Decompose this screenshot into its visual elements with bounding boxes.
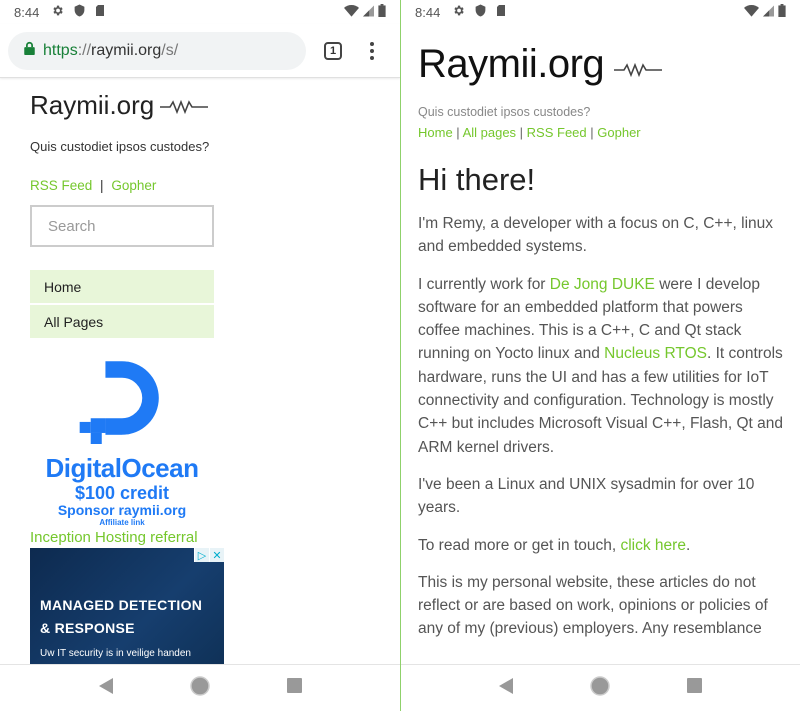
nav-link-home[interactable]: Home bbox=[418, 125, 453, 140]
url-bar[interactable]: https://raymii.org/s/ bbox=[8, 31, 306, 70]
url-path: /s/ bbox=[161, 41, 179, 59]
right-page-content: Raymii.org Quis custodiet ipsos custodes… bbox=[418, 42, 788, 641]
ad-controls: ▷ ✕ bbox=[194, 548, 224, 562]
url-scheme: https bbox=[43, 41, 78, 59]
battery-icon bbox=[378, 4, 386, 20]
site-tagline: Quis custodiet ipsos custodes? bbox=[418, 105, 591, 119]
work-paragraph: I currently work for De Jong DUKE were I… bbox=[418, 273, 788, 459]
site-tagline: Quis custodiet ipsos custodes? bbox=[30, 139, 210, 154]
contact-paragraph: To read more or get in touch, click here… bbox=[418, 534, 788, 557]
site-title-text: Raymii.org bbox=[30, 90, 155, 120]
disclaimer-paragraph: This is my personal website, these artic… bbox=[418, 573, 768, 638]
back-icon[interactable] bbox=[98, 677, 113, 699]
header-nav-links: Home | All pages | RSS Feed | Gopher bbox=[418, 125, 788, 140]
wifi-icon bbox=[744, 4, 759, 20]
status-time: 8:44 bbox=[14, 4, 40, 20]
ad-headline-line-2: & RESPONSE bbox=[40, 620, 135, 636]
link-separator: | bbox=[100, 178, 104, 193]
rss-feed-link[interactable]: RSS Feed bbox=[30, 178, 92, 193]
signal-icon bbox=[763, 5, 774, 20]
nav-link-rss-feed[interactable]: RSS Feed bbox=[527, 125, 587, 140]
ad-close-icon[interactable]: ✕ bbox=[210, 548, 224, 562]
adchoices-icon[interactable]: ▷ bbox=[195, 548, 209, 562]
status-bar: 8:44 bbox=[0, 0, 400, 24]
link-separator: | bbox=[452, 125, 463, 140]
gear-icon bbox=[51, 4, 64, 20]
digitalocean-ad[interactable]: DigitalOcean $100 credit Sponsor raymii.… bbox=[30, 352, 214, 527]
link-separator: | bbox=[586, 125, 598, 140]
sd-card-icon bbox=[496, 4, 506, 20]
search-input[interactable]: Search bbox=[30, 205, 214, 247]
status-bar: 8:44 bbox=[401, 0, 800, 24]
gear-icon bbox=[452, 4, 465, 20]
site-title[interactable]: Raymii.org bbox=[418, 42, 788, 87]
overflow-menu-icon[interactable] bbox=[370, 41, 374, 60]
page-heading: Hi there! bbox=[418, 162, 536, 197]
nav-item-all-pages[interactable]: All Pages bbox=[30, 305, 214, 338]
sysadmin-paragraph: I've been a Linux and UNIX sysadmin for … bbox=[418, 475, 755, 517]
affiliate-label: Affiliate link bbox=[99, 518, 145, 527]
digitalocean-sponsor: Sponsor raymii.org bbox=[57, 502, 187, 518]
site-title-text: Raymii.org bbox=[418, 42, 605, 86]
digitalocean-logo-icon bbox=[76, 361, 168, 448]
left-page-content: Raymii.org Quis custodiet ipsos custodes… bbox=[30, 90, 224, 668]
ad-headline-line-1: MANAGED DETECTION bbox=[40, 597, 203, 613]
resistor-squiggle-icon bbox=[160, 90, 209, 121]
url-separator: :// bbox=[77, 41, 92, 59]
contact-text-b: . bbox=[685, 536, 691, 554]
shield-icon bbox=[475, 4, 486, 20]
digitalocean-brand: DigitalOcean bbox=[45, 453, 199, 483]
site-title[interactable]: Raymii.org bbox=[30, 90, 214, 121]
home-icon[interactable] bbox=[590, 675, 610, 701]
sd-card-icon bbox=[95, 4, 105, 20]
android-nav-bar bbox=[0, 664, 400, 711]
click-here-link[interactable]: click here bbox=[620, 537, 685, 554]
nucleus-rtos-link[interactable]: Nucleus RTOS bbox=[604, 345, 707, 362]
de-jong-duke-link[interactable]: De Jong DUKE bbox=[550, 276, 655, 293]
wifi-icon bbox=[344, 4, 359, 20]
battery-icon bbox=[778, 4, 786, 20]
tab-switcher-button[interactable]: 1 bbox=[324, 41, 342, 60]
browser-toolbar: https://raymii.org/s/ 1 bbox=[0, 24, 400, 78]
recents-icon[interactable] bbox=[286, 678, 302, 698]
right-phone-screen: 8:44 Raymii.org Quis custodiet ipsos cus… bbox=[400, 0, 800, 711]
intro-paragraph: I'm Remy, a developer with a focus on C,… bbox=[418, 215, 774, 256]
status-time: 8:44 bbox=[415, 4, 441, 20]
ad-banner[interactable]: ▷ ✕ MANAGED DETECTION & RESPONSE Uw IT s… bbox=[30, 548, 224, 668]
header-links: RSS Feed | Gopher bbox=[30, 178, 214, 193]
ad-subtext: Uw IT security is in veilige handen bbox=[40, 648, 191, 659]
digitalocean-credit: $100 credit bbox=[74, 483, 170, 503]
nav-link-all-pages[interactable]: All pages bbox=[463, 125, 516, 140]
left-phone-screen: 8:44 https://raymii.org/s/ 1 Raymii.org … bbox=[0, 0, 400, 711]
work-text-a: I currently work for bbox=[418, 275, 550, 293]
shield-icon bbox=[74, 4, 85, 20]
ad-headline: MANAGED DETECTION & RESPONSE bbox=[40, 594, 202, 640]
resistor-squiggle-icon bbox=[614, 42, 663, 87]
gopher-link[interactable]: Gopher bbox=[111, 178, 156, 193]
android-nav-bar bbox=[401, 664, 800, 711]
signal-icon bbox=[363, 5, 374, 20]
inception-hosting-link[interactable]: Inception Hosting referral bbox=[30, 529, 214, 546]
link-separator: | bbox=[516, 125, 527, 140]
nav-link-gopher[interactable]: Gopher bbox=[597, 125, 640, 140]
back-icon[interactable] bbox=[499, 677, 514, 699]
recents-icon[interactable] bbox=[686, 678, 702, 698]
url-host: raymii.org bbox=[91, 41, 162, 59]
nav-item-home[interactable]: Home bbox=[30, 270, 214, 303]
contact-text-a: To read more or get in touch, bbox=[418, 536, 621, 554]
lock-icon bbox=[24, 41, 35, 60]
home-icon[interactable] bbox=[189, 675, 210, 701]
